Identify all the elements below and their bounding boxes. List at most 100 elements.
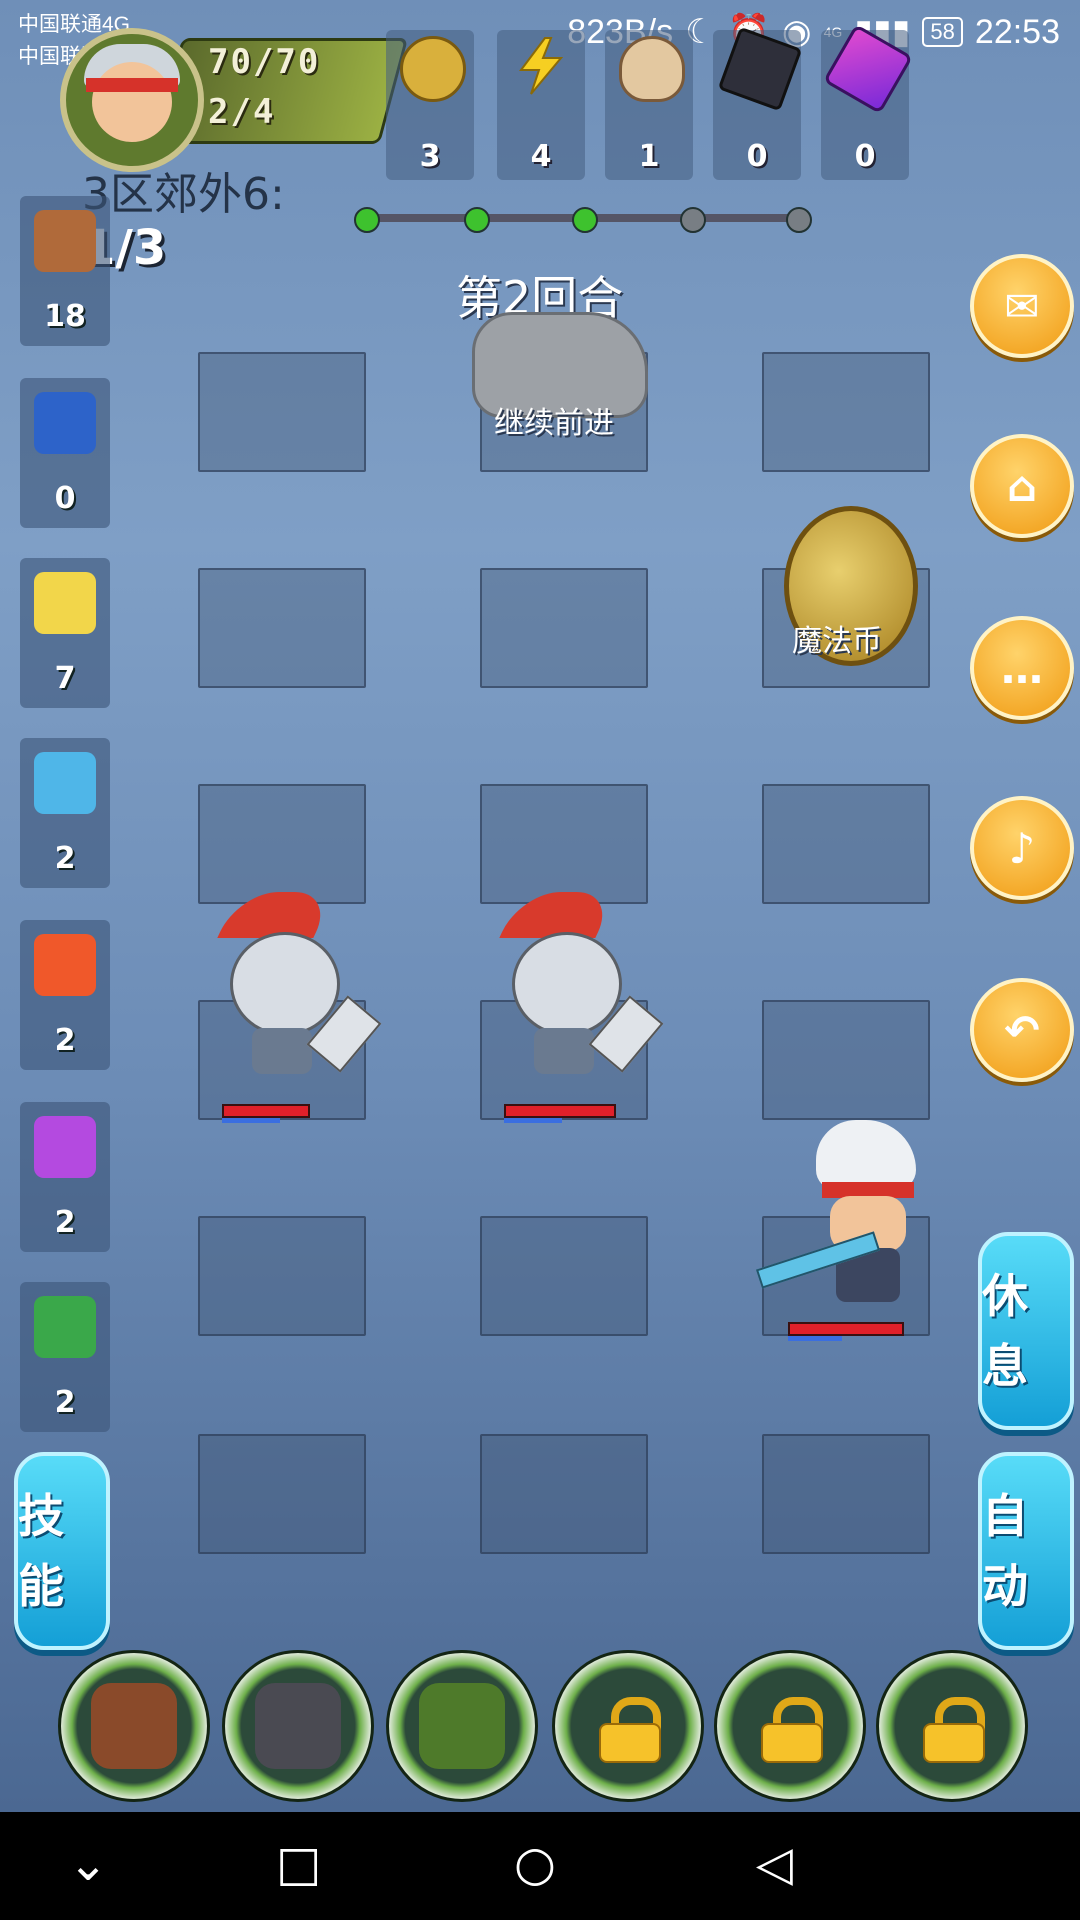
home-icon: ⌂ [1006,461,1038,511]
android-nav-bar: ⌄ □ ○ ◁ [0,1812,1080,1920]
rest-button[interactable]: 休息 [978,1232,1074,1430]
grid-cell[interactable] [198,784,366,904]
furnace-icon [255,1683,341,1769]
lock-body [923,1723,985,1763]
enemy-mp-bar [222,1118,280,1123]
nav-back-icon[interactable]: ◁ [756,1836,793,1892]
resource-value: 0 [746,139,768,174]
skill-slot[interactable]: 7 [20,558,110,708]
knight-helmet [230,932,340,1036]
progress-dot [680,207,706,233]
lock-icon [599,1697,661,1763]
continue-hint[interactable]: 继续前进 [494,398,614,442]
skill-count: 18 [44,299,86,334]
speaker-icon: ♪ [1008,823,1036,873]
enemy-hp-bar [504,1104,616,1118]
nav-collapse-icon[interactable]: ⌄ [68,1836,108,1892]
spiked-shell-icon [419,1683,505,1769]
magic-coin-label[interactable]: 魔法币 [792,616,882,660]
lightning-icon [511,36,571,96]
ore-icon [717,26,803,112]
skills-button[interactable]: 技能 [14,1452,110,1650]
resource-energy: 4 [497,30,585,180]
skill-count: 2 [54,1023,76,1058]
skill-count: 2 [54,1385,76,1420]
resource-gold-coin: 3 [386,30,474,180]
lock-body [761,1723,823,1763]
poison-icon [34,1296,96,1358]
hero-action-points: 2/4 [208,92,276,132]
resource-value: 1 [638,139,660,174]
home-button[interactable]: ⌂ [970,434,1074,538]
knight-helmet [512,932,622,1036]
skill-slot[interactable]: 0 [20,378,110,528]
grid-cell[interactable] [762,352,930,472]
nav-recents-icon[interactable]: □ [276,1836,321,1892]
gold-coin-icon [400,36,466,102]
locked-item-slot[interactable] [876,1650,1028,1802]
knight-plume [499,892,617,938]
player-hp-bar [788,1322,904,1336]
mail-icon: ✉ [1004,281,1040,331]
enemy-knight[interactable] [212,892,382,1082]
crystal-icon [822,23,914,115]
chat-button[interactable]: … [970,616,1074,720]
lock-icon [761,1697,823,1763]
resource-value: 0 [854,139,876,174]
resource-crystal: 0 [821,23,914,180]
grid-cell[interactable] [198,1216,366,1336]
skill-slot[interactable]: 2 [20,920,110,1070]
avatar-face [92,62,172,142]
skill-slot[interactable]: 2 [20,1102,110,1252]
shield-icon [34,392,96,454]
skill-count: 0 [54,481,76,516]
skill-count: 2 [54,1205,76,1240]
grid-cell[interactable] [198,1434,366,1554]
resource-ore: 0 [713,26,803,180]
item-slot[interactable] [222,1650,374,1802]
item-slot[interactable] [386,1650,538,1802]
grid-cell[interactable] [480,1216,648,1336]
grid-cell[interactable] [480,784,648,904]
nav-home-icon[interactable]: ○ [514,1836,556,1892]
progress-dot [572,207,598,233]
skill-count: 7 [54,661,76,696]
progress-dot [786,207,812,233]
flame-spirit-icon [34,572,96,634]
resource-shell: 1 [605,30,693,180]
resource-value: 3 [419,139,441,174]
mail-button[interactable]: ✉ [970,254,1074,358]
hero-avatar[interactable] [60,28,204,172]
sound-button[interactable]: ♪ [970,796,1074,900]
lock-body [599,1723,661,1763]
progress-dot [354,207,380,233]
player-hero[interactable] [755,1120,936,1310]
grid-cell[interactable] [480,1434,648,1554]
grid-cell[interactable] [762,1434,930,1554]
fist-icon [34,210,96,272]
grid-cell[interactable] [762,1000,930,1120]
lightning-icon [34,1116,96,1178]
grid-cell[interactable] [198,568,366,688]
resource-value: 4 [530,139,552,174]
grid-cell[interactable] [198,352,366,472]
skill-slot[interactable]: 18 [20,196,110,346]
skill-slot[interactable]: 2 [20,738,110,888]
clock: 22:53 [974,12,1060,51]
water-wave-icon [34,752,96,814]
grid-cell[interactable] [762,784,930,904]
grid-cell[interactable] [480,568,648,688]
skill-slot[interactable]: 2 [20,1282,110,1432]
enemy-knight[interactable] [494,892,664,1082]
player-mp-bar [788,1336,842,1341]
locked-item-slot[interactable] [552,1650,704,1802]
back-button[interactable]: ↶ [970,978,1074,1082]
hero-hair [816,1120,916,1190]
steak-icon [91,1683,177,1769]
knight-body [534,1028,594,1074]
auto-button[interactable]: 自动 [978,1452,1074,1650]
locked-item-slot[interactable] [714,1650,866,1802]
skill-count: 2 [54,841,76,876]
hero-hp: 70/70 [208,42,321,82]
item-slot[interactable] [58,1650,210,1802]
